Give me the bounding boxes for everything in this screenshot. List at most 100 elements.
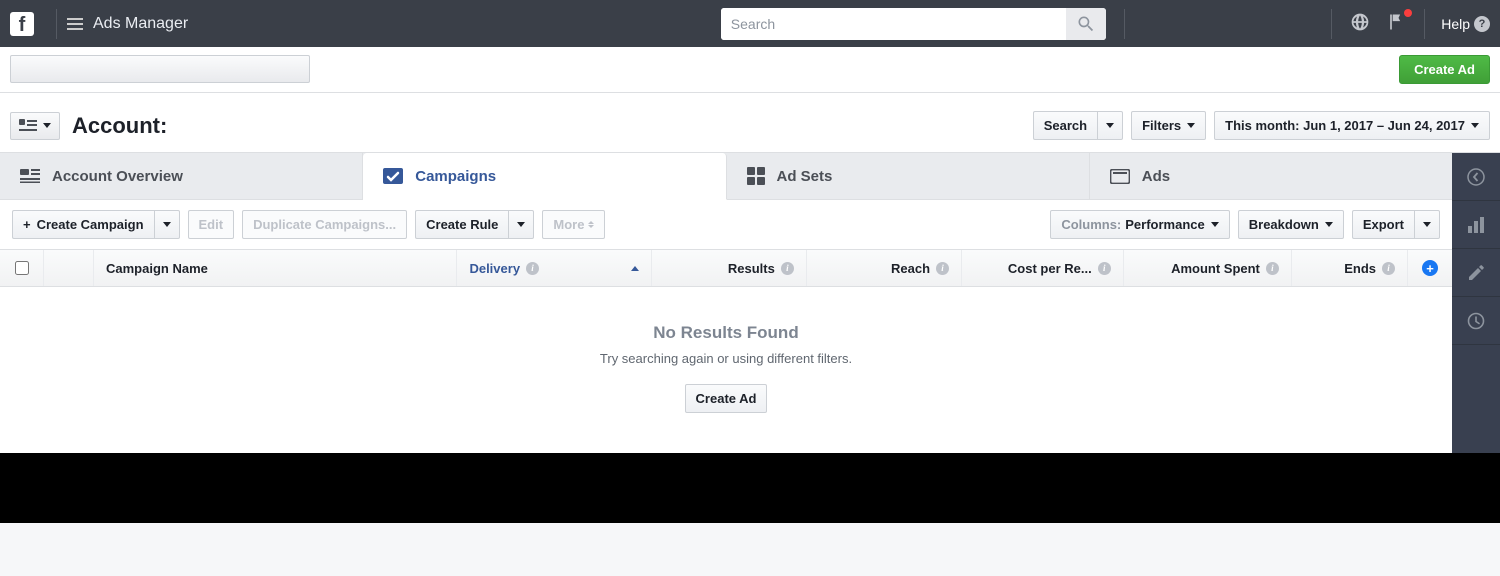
ends-label: Ends — [1344, 261, 1376, 276]
chevron-down-icon — [1471, 123, 1479, 128]
export-toggle[interactable] — [1414, 210, 1440, 239]
rail-edit[interactable] — [1452, 249, 1500, 297]
search-button[interactable] — [1066, 8, 1106, 40]
search-input[interactable] — [721, 8, 1066, 40]
edit-button: Edit — [188, 210, 235, 239]
bottom-bar — [0, 453, 1500, 523]
search-dropdown-button[interactable]: Search — [1033, 111, 1097, 140]
help-icon: ? — [1474, 16, 1490, 32]
chevron-down-icon — [1106, 123, 1114, 128]
create-campaign-toggle[interactable] — [154, 210, 180, 239]
overview-icon — [20, 169, 40, 183]
chevron-left-circle-icon — [1466, 167, 1486, 187]
tab-label: Account Overview — [52, 168, 183, 185]
tab-label: Ad Sets — [777, 168, 833, 185]
date-range-label: This month: Jun 1, 2017 – Jun 24, 2017 — [1225, 118, 1465, 133]
rail-history[interactable] — [1452, 297, 1500, 345]
column-reach[interactable]: Reach i — [807, 250, 962, 286]
more-button: More — [542, 210, 605, 239]
empty-create-ad-button[interactable]: Create Ad — [685, 384, 768, 413]
create-rule-toggle[interactable] — [508, 210, 534, 239]
tab-ad-sets[interactable]: Ad Sets — [727, 153, 1090, 199]
export-button[interactable]: Export — [1352, 210, 1414, 239]
more-label: More — [553, 217, 584, 232]
select-all-header[interactable] — [0, 250, 44, 286]
info-icon: i — [936, 262, 949, 275]
hamburger-icon — [67, 15, 83, 33]
plus-icon: + — [23, 217, 31, 232]
sort-asc-icon — [631, 266, 639, 271]
filters-label: Filters — [1142, 118, 1181, 133]
divider — [1424, 9, 1425, 39]
column-results[interactable]: Results i — [652, 250, 807, 286]
info-icon: i — [781, 262, 794, 275]
tab-ads[interactable]: Ads — [1090, 153, 1452, 199]
info-icon: i — [526, 262, 539, 275]
breakdown-label: Breakdown — [1249, 217, 1319, 232]
plus-icon: + — [1422, 260, 1438, 276]
flag-notifications[interactable] — [1378, 12, 1414, 35]
info-icon: i — [1098, 262, 1111, 275]
column-ends[interactable]: Ends i — [1292, 250, 1408, 286]
column-cost[interactable]: Cost per Re... i — [962, 250, 1124, 286]
create-ad-button[interactable]: Create Ad — [1399, 55, 1490, 84]
date-range-button[interactable]: This month: Jun 1, 2017 – Jun 24, 2017 — [1214, 111, 1490, 140]
create-rule-button[interactable]: Create Rule — [415, 210, 508, 239]
chevron-down-icon — [1325, 222, 1333, 227]
account-selector-stub[interactable] — [10, 55, 310, 83]
pencil-icon — [1467, 264, 1485, 282]
info-icon: i — [1382, 262, 1395, 275]
facebook-logo[interactable]: f — [10, 12, 34, 36]
sort-icon — [588, 221, 594, 228]
columns-prefix: Columns: — [1061, 217, 1121, 232]
tab-label: Campaigns — [415, 168, 496, 185]
column-amount-spent[interactable]: Amount Spent i — [1124, 250, 1292, 286]
tab-account-overview[interactable]: Account Overview — [0, 153, 363, 199]
rail-charts[interactable] — [1452, 201, 1500, 249]
ads-icon — [1110, 169, 1130, 184]
search-icon — [1076, 14, 1096, 34]
list-icon — [19, 119, 37, 133]
right-siderail — [1452, 153, 1500, 453]
results-label: Results — [728, 261, 775, 276]
chevron-down-icon — [517, 222, 525, 227]
globe-notifications[interactable] — [1342, 12, 1378, 35]
tab-label: Ads — [1142, 168, 1170, 185]
breakdown-button[interactable]: Breakdown — [1238, 210, 1344, 239]
chevron-down-icon — [163, 222, 171, 227]
tab-campaigns[interactable]: Campaigns — [363, 153, 726, 200]
empty-title: No Results Found — [0, 323, 1452, 343]
info-icon: i — [1266, 262, 1279, 275]
select-all-checkbox[interactable] — [15, 261, 29, 275]
empty-subtitle: Try searching again or using different f… — [0, 351, 1452, 366]
rail-collapse[interactable] — [1452, 153, 1500, 201]
search-dropdown-toggle[interactable] — [1097, 111, 1123, 140]
chevron-down-icon — [43, 123, 51, 128]
page-title: Account: — [72, 113, 167, 139]
chevron-down-icon — [1211, 222, 1219, 227]
globe-icon — [1350, 12, 1370, 32]
columns-button[interactable]: Columns: Performance — [1050, 210, 1229, 239]
delivery-label: Delivery — [469, 261, 520, 276]
notification-dot — [1404, 9, 1412, 17]
chevron-down-icon — [1187, 123, 1195, 128]
expand-header — [44, 250, 94, 286]
divider — [56, 9, 57, 39]
nav-menu[interactable]: Ads Manager — [67, 15, 188, 33]
help-link[interactable]: Help ? — [1441, 16, 1490, 32]
adsets-icon — [747, 167, 765, 185]
column-delivery[interactable]: Delivery i — [457, 250, 651, 286]
filters-button[interactable]: Filters — [1131, 111, 1206, 140]
divider — [1331, 9, 1332, 39]
chevron-down-icon — [1423, 222, 1431, 227]
duplicate-button: Duplicate Campaigns... — [242, 210, 407, 239]
account-menu-button[interactable] — [10, 112, 60, 140]
divider — [1124, 9, 1125, 39]
create-campaign-button[interactable]: + Create Campaign — [12, 210, 154, 239]
campaigns-icon — [383, 168, 403, 184]
create-campaign-label: Create Campaign — [37, 217, 144, 232]
bar-chart-icon — [1467, 216, 1485, 234]
app-title: Ads Manager — [93, 15, 188, 33]
column-campaign-name[interactable]: Campaign Name — [94, 250, 457, 286]
add-column-button[interactable]: + — [1408, 250, 1452, 286]
